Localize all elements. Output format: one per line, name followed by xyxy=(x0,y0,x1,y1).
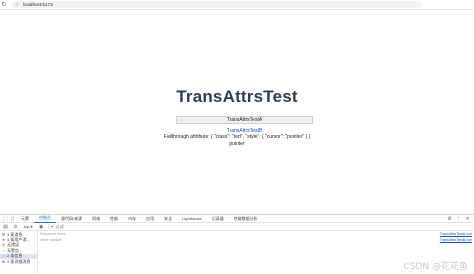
tab-performance-insights[interactable]: 性能数据分析 xyxy=(229,215,263,223)
log-source-link[interactable]: TransAttrsTestA.vue xyxy=(440,232,472,236)
console-sidebar: ☰ 4 条消息 ● 4 条用户消... ⊗ 无错误 ⚠ 无警告 ⓘ 2 条信息 … xyxy=(0,231,38,274)
browser-toolbar: ↻ ⓘ localhost:5173 xyxy=(0,0,474,10)
clear-console-icon[interactable]: ⊘ xyxy=(12,223,19,230)
page-title: TransAttrsTest xyxy=(176,87,298,106)
trans-attrs-test-b-button[interactable]: TransAttrsTestB xyxy=(176,127,313,134)
console-log: Sequence.Block TransAttrsTestA.vue other… xyxy=(38,231,474,274)
tab-lighthouse[interactable]: Lighthouse xyxy=(177,215,207,223)
tab-recorder[interactable]: 记录器 xyxy=(207,215,229,223)
log-row: other variable TransAttrsTestB.vue xyxy=(38,237,474,243)
tab-security[interactable]: 安全 xyxy=(159,215,177,223)
address-bar[interactable]: ⓘ localhost:5173 xyxy=(12,1,422,8)
filter-placeholder: 过滤 xyxy=(55,223,64,229)
page-content: TransAttrsTest TransAttrsTestA TransAttr… xyxy=(0,10,474,214)
list-icon: ☰ xyxy=(1,232,6,237)
console-body: ☰ 4 条消息 ● 4 条用户消... ⊗ 无错误 ⚠ 无警告 ⓘ 2 条信息 … xyxy=(0,231,474,274)
trans-attrs-test-a-button[interactable]: TransAttrsTestA xyxy=(176,116,313,124)
context-select-value: top xyxy=(24,224,30,229)
sidebar-item-verbose[interactable]: ⚙ 2 条详细消息 xyxy=(0,259,37,264)
devtools-panel: ⬚ ▯ 元素 控制台 源代码/来源 网络 性能 内存 应用 安全 Lightho… xyxy=(0,214,474,274)
error-icon: ⊗ xyxy=(1,243,5,248)
tab-console[interactable]: 控制台 xyxy=(34,215,56,223)
url-text: localhost:5173 xyxy=(23,2,53,7)
console-filter[interactable]: ⏷ 过滤 xyxy=(47,223,188,230)
settings-icon[interactable]: ⚙ xyxy=(446,215,453,222)
fallthrough-text: Fallthrough attribute: { "class": "red",… xyxy=(163,134,311,140)
devtools-actions: ⚙ ⋮ ✕ xyxy=(446,215,474,222)
context-select[interactable]: top ▾ xyxy=(22,224,35,229)
tab-network[interactable]: 网络 xyxy=(87,215,105,223)
close-icon[interactable]: ✕ xyxy=(464,215,471,222)
tab-elements[interactable]: 元素 xyxy=(16,215,34,223)
log-text: other variable xyxy=(40,238,62,242)
more-icon[interactable]: ⋮ xyxy=(455,215,462,222)
devtools-tabbar: ⬚ ▯ 元素 控制台 源代码/来源 网络 性能 内存 应用 安全 Lightho… xyxy=(0,215,474,223)
tab-application[interactable]: 应用 xyxy=(141,215,159,223)
console-toolbar: ▤ ⊘ top ▾ ◉ ⏷ 过滤 xyxy=(0,223,474,231)
log-source-link[interactable]: TransAttrsTestB.vue xyxy=(440,238,472,242)
sidebar-toggle-icon[interactable]: ▤ xyxy=(2,223,9,230)
info-icon: ⓘ xyxy=(1,253,6,258)
user-icon: ● xyxy=(2,238,5,243)
watermark: CSDN @花花鱼 xyxy=(403,262,468,272)
device-toggle-icon[interactable]: ▯ xyxy=(9,215,16,222)
site-info-icon[interactable]: ⓘ xyxy=(15,2,20,7)
sidebar-item-label: 2 条详细消息 xyxy=(7,258,31,264)
tab-sources[interactable]: 源代码/来源 xyxy=(56,215,87,223)
filter-icon: ⏷ xyxy=(50,224,54,229)
warning-icon: ⚠ xyxy=(1,248,6,253)
chevron-down-icon: ▾ xyxy=(30,224,33,229)
trans-attrs-test-b-label: TransAttrsTestB xyxy=(226,127,263,134)
reload-icon[interactable]: ↻ xyxy=(0,1,8,9)
log-text: Sequence.Block xyxy=(40,232,66,236)
fallthrough-value: pointer xyxy=(229,141,245,147)
tab-memory[interactable]: 内存 xyxy=(123,215,141,223)
inspect-icon[interactable]: ⬚ xyxy=(2,215,9,222)
eye-icon[interactable]: ◉ xyxy=(38,223,45,230)
tab-performance[interactable]: 性能 xyxy=(105,215,123,223)
fallthrough-attributes: Fallthrough attribute: { "class": "red",… xyxy=(0,134,474,148)
verbose-icon: ⚙ xyxy=(1,259,6,264)
